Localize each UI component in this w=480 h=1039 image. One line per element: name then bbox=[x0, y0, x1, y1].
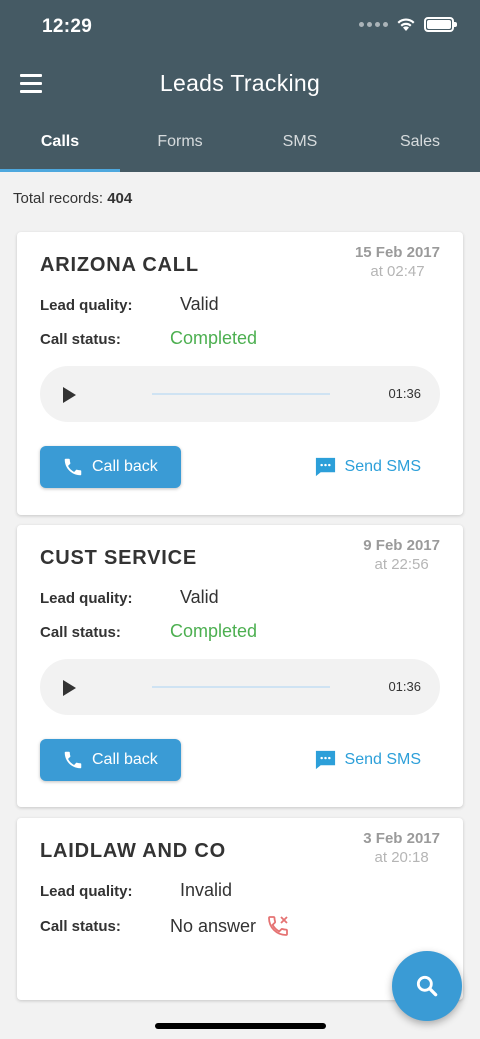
tab-bar: Calls Forms SMS Sales bbox=[0, 118, 480, 172]
call-status-row: Call status: Completed bbox=[40, 621, 257, 642]
send-sms-button[interactable]: Send SMS bbox=[314, 455, 421, 478]
call-record-card[interactable]: CUST SERVICE 9 Feb 2017 at 22:56 Lead qu… bbox=[17, 525, 463, 807]
record-date: 3 Feb 2017 bbox=[363, 830, 440, 847]
call-record-card[interactable]: ARIZONA CALL 15 Feb 2017 at 02:47 Lead q… bbox=[17, 232, 463, 515]
record-title: CUST SERVICE bbox=[40, 547, 198, 569]
call-status-row: Call status: No answer bbox=[40, 914, 290, 938]
lead-quality-label: Lead quality: bbox=[40, 883, 133, 900]
phone-icon bbox=[64, 751, 82, 769]
record-datetime: 9 Feb 2017 at 22:56 bbox=[363, 537, 440, 573]
missed-call-icon bbox=[268, 916, 288, 936]
home-indicator bbox=[155, 1023, 326, 1029]
audio-player: 01:36 bbox=[40, 659, 440, 715]
audio-progress-track[interactable] bbox=[152, 686, 330, 688]
record-time: at 02:47 bbox=[370, 263, 425, 280]
tab-calls[interactable]: Calls bbox=[0, 118, 120, 172]
total-records-label: Total records: bbox=[13, 190, 104, 207]
record-date: 9 Feb 2017 bbox=[363, 537, 440, 554]
call-status-label: Call status: bbox=[40, 624, 121, 641]
lead-quality-value: Valid bbox=[180, 587, 219, 607]
signal-icon bbox=[359, 22, 388, 27]
call-status-label: Call status: bbox=[40, 331, 121, 348]
total-records: Total records: 404 bbox=[13, 190, 132, 207]
record-time: at 22:56 bbox=[374, 556, 429, 573]
tab-sms[interactable]: SMS bbox=[240, 118, 360, 172]
call-back-label: Call back bbox=[92, 751, 158, 768]
lead-quality-label: Lead quality: bbox=[40, 297, 133, 314]
call-back-button[interactable]: Call back bbox=[40, 446, 181, 488]
send-sms-label: Send SMS bbox=[344, 457, 421, 475]
sms-icon bbox=[315, 750, 335, 770]
audio-duration: 01:36 bbox=[388, 386, 421, 401]
call-status-value: Completed bbox=[170, 621, 258, 641]
record-title: ARIZONA CALL bbox=[40, 254, 199, 276]
lead-quality-value: Valid bbox=[180, 294, 219, 314]
status-time: 12:29 bbox=[42, 16, 93, 37]
audio-progress-track[interactable] bbox=[152, 393, 330, 395]
call-status-label: Call status: bbox=[40, 917, 121, 935]
call-status-value: Completed bbox=[170, 328, 258, 348]
lead-quality-row: Lead quality: Valid bbox=[40, 587, 219, 608]
wifi-icon bbox=[397, 18, 415, 31]
status-bar: 12:29 bbox=[0, 0, 480, 52]
phone-icon bbox=[64, 458, 82, 476]
play-icon[interactable] bbox=[63, 387, 76, 403]
lead-quality-row: Lead quality: Invalid bbox=[40, 880, 232, 901]
tab-sales[interactable]: Sales bbox=[360, 118, 480, 172]
call-back-button[interactable]: Call back bbox=[40, 739, 181, 781]
audio-player: 01:36 bbox=[40, 366, 440, 422]
total-records-count: 404 bbox=[107, 190, 133, 207]
sms-icon bbox=[315, 457, 335, 477]
page-title: Leads Tracking bbox=[159, 70, 321, 96]
tab-forms[interactable]: Forms bbox=[120, 118, 240, 172]
record-datetime: 15 Feb 2017 at 02:47 bbox=[355, 244, 440, 280]
record-title: LAIDLAW AND CO bbox=[40, 840, 226, 862]
send-sms-label: Send SMS bbox=[344, 750, 421, 768]
call-status-row: Call status: Completed bbox=[40, 328, 257, 349]
status-icons bbox=[359, 17, 457, 32]
record-datetime: 3 Feb 2017 at 20:18 bbox=[363, 830, 440, 866]
audio-duration: 01:36 bbox=[388, 679, 421, 694]
call-back-label: Call back bbox=[92, 458, 158, 475]
app-header: 12:29 Leads Tracking Calls Forms SMS Sal… bbox=[0, 0, 480, 172]
search-fab-button[interactable] bbox=[392, 951, 462, 1021]
search-icon bbox=[416, 975, 438, 997]
lead-quality-value: Invalid bbox=[180, 880, 233, 900]
play-icon[interactable] bbox=[63, 680, 76, 696]
lead-quality-row: Lead quality: Valid bbox=[40, 294, 219, 315]
record-date: 15 Feb 2017 bbox=[354, 244, 440, 261]
battery-icon bbox=[424, 17, 457, 32]
app-bar: Leads Tracking bbox=[0, 58, 480, 110]
record-time: at 20:18 bbox=[374, 849, 429, 866]
call-status-value: No answer bbox=[170, 915, 257, 936]
send-sms-button[interactable]: Send SMS bbox=[314, 748, 421, 771]
lead-quality-label: Lead quality: bbox=[40, 590, 133, 607]
